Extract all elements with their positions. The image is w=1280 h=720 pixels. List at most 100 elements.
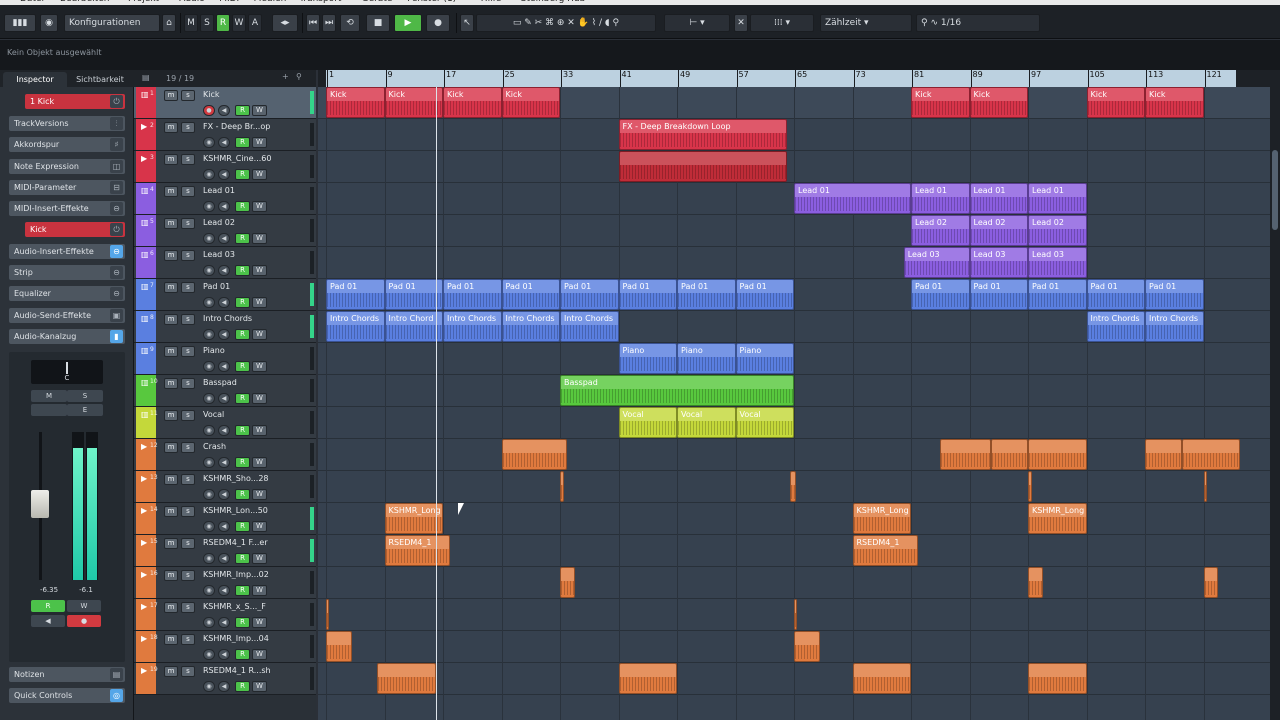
event-clip[interactable] xyxy=(1203,567,1219,598)
track-row[interactable]: ▶ 16 m s KSHMR_Imp...02 ◉ ◀ R W xyxy=(134,567,316,599)
event-clip[interactable]: Lead 03 xyxy=(903,247,970,278)
track-solo-button[interactable]: s xyxy=(181,90,195,101)
track-mute-button[interactable]: m xyxy=(164,250,178,261)
monitor-icon[interactable]: ◀ xyxy=(218,329,230,340)
track-color-strip[interactable]: ▶ 13 xyxy=(136,471,158,502)
inspector-track-header[interactable]: 1 Kick ⏻ xyxy=(25,94,125,109)
track-write-button[interactable]: W xyxy=(252,489,267,500)
section-audio-sends[interactable]: Audio-Send-Effekte ▣ xyxy=(9,308,125,323)
track-name[interactable]: Vocal xyxy=(203,410,311,419)
track-name[interactable]: KSHMR_Lon...50 xyxy=(203,506,311,515)
event-clip[interactable] xyxy=(618,663,677,694)
track-mute-button[interactable]: m xyxy=(164,90,178,101)
track-row[interactable]: ▶ 13 m s KSHMR_Sho...28 ◉ ◀ R W xyxy=(134,471,316,503)
event-clip[interactable]: Kick xyxy=(443,87,502,118)
section-midi-parameters[interactable]: MIDI-Parameter ⊟ xyxy=(9,180,125,195)
track-name[interactable]: KSHMR_Sho...28 xyxy=(203,474,311,483)
record-enable-icon[interactable]: ◉ xyxy=(203,617,215,628)
track-solo-button[interactable]: s xyxy=(181,154,195,165)
track-write-button[interactable]: W xyxy=(252,457,267,468)
track-read-button[interactable]: R xyxy=(235,425,250,436)
track-name[interactable]: Lead 02 xyxy=(203,218,311,227)
section-notes[interactable]: Notizen ▤ xyxy=(9,667,125,682)
event-clip[interactable]: Pad 01 xyxy=(501,279,560,310)
track-read-button[interactable]: R xyxy=(235,617,250,628)
snap-dropdown[interactable]: ⊢ ▾ xyxy=(664,14,730,32)
event-clip[interactable] xyxy=(326,631,352,662)
event-clip[interactable] xyxy=(940,439,992,470)
monitor-button[interactable]: ◀ xyxy=(31,615,65,627)
event-clip[interactable] xyxy=(618,151,787,182)
track-row[interactable]: ▥ 8 m s Intro Chords ◉ ◀ R W xyxy=(134,311,316,343)
track-row[interactable]: ▥ 4 m s Lead 01 ◉ ◀ R W xyxy=(134,183,316,215)
power-icon[interactable]: ⏻ xyxy=(110,95,123,108)
track-name[interactable]: RSEDM4_1 F...er xyxy=(203,538,311,547)
section-chord-track[interactable]: Akkordspur ♯ xyxy=(9,137,125,152)
event-clip[interactable]: Piano xyxy=(618,343,677,374)
event-clip[interactable]: Pad 01 xyxy=(1086,279,1145,310)
menu-item[interactable]: Geräte xyxy=(362,0,393,4)
home-icon[interactable]: ⌂ xyxy=(162,14,176,32)
record-enable-icon[interactable]: ◉ xyxy=(203,297,215,308)
menu-item[interactable]: Bearbeiten xyxy=(60,0,109,4)
track-solo-button[interactable]: s xyxy=(181,634,195,645)
record-enable-icon[interactable]: ◉ xyxy=(203,681,215,692)
track-name[interactable]: Intro Chords xyxy=(203,314,311,323)
event-clip[interactable]: Vocal xyxy=(735,407,794,438)
inspector-instrument[interactable]: Kick ⏻ xyxy=(25,222,125,237)
track-name[interactable]: KSHMR_Imp...04 xyxy=(203,634,311,643)
vertical-scrollbar[interactable] xyxy=(1270,70,1280,720)
track-solo-button[interactable]: s xyxy=(181,250,195,261)
track-color-strip[interactable]: ▶ 19 xyxy=(136,663,158,694)
track-row[interactable]: ▥ 5 m s Lead 02 ◉ ◀ R W xyxy=(134,215,316,247)
track-row[interactable]: ▥ 7 m s Pad 01 ◉ ◀ R W xyxy=(134,279,316,311)
event-clip[interactable]: Pad 01 xyxy=(969,279,1028,310)
edit-tools[interactable]: ▭ ✎ ✂ ⌘ ⊕ ✕ ✋ ⌇ ∕ ◖ ⚲ xyxy=(476,14,656,32)
event-clip[interactable]: Kick xyxy=(384,87,443,118)
track-mute-button[interactable]: m xyxy=(164,634,178,645)
track-solo-button[interactable]: s xyxy=(181,282,195,293)
track-name[interactable]: KSHMR_x_S..._F xyxy=(203,602,311,611)
event-clip[interactable]: Intro Chords xyxy=(443,311,502,342)
track-mute-button[interactable]: m xyxy=(164,282,178,293)
event-clip[interactable]: Pad 01 xyxy=(560,279,619,310)
record-enable-icon[interactable]: ◉ xyxy=(203,521,215,532)
section-channel-strip[interactable]: Audio-Kanalzug ▮ xyxy=(9,329,125,344)
track-name[interactable]: Lead 01 xyxy=(203,186,311,195)
menu-item[interactable]: Transport xyxy=(299,0,341,4)
event-clip[interactable] xyxy=(377,663,436,694)
track-read-button[interactable]: R xyxy=(235,585,250,596)
track-solo-button[interactable]: s xyxy=(181,442,195,453)
event-clip[interactable]: Kick xyxy=(969,87,1028,118)
track-mute-button[interactable]: m xyxy=(164,474,178,485)
track-solo-button[interactable]: s xyxy=(181,506,195,517)
event-clip[interactable]: Lead 02 xyxy=(911,215,970,246)
event-clip[interactable] xyxy=(326,599,329,630)
pan-knob[interactable]: C xyxy=(31,360,103,384)
event-clip[interactable]: Intro Chords xyxy=(1145,311,1204,342)
monitor-icon[interactable]: ◀ xyxy=(218,169,230,180)
section-quick-controls[interactable]: Quick Controls ◎ xyxy=(9,688,125,703)
go-to-start-icon[interactable]: ⏮ xyxy=(306,14,320,32)
track-solo-button[interactable]: s xyxy=(181,314,195,325)
track-read-button[interactable]: R xyxy=(235,169,250,180)
track-row[interactable]: ▶ 2 m s FX - Deep Br...op ◉ ◀ R W xyxy=(134,119,316,151)
monitor-icon[interactable]: ◀ xyxy=(218,489,230,500)
menu-item[interactable]: Medien xyxy=(254,0,287,4)
read-all-button[interactable]: R xyxy=(216,14,230,32)
event-clip[interactable]: Basspad xyxy=(560,375,794,406)
track-color-strip[interactable]: ▶ 17 xyxy=(136,599,158,630)
event-clip[interactable]: Lead 02 xyxy=(969,215,1028,246)
track-name[interactable]: Kick xyxy=(203,90,311,99)
track-write-button[interactable]: W xyxy=(252,265,267,276)
menu-item[interactable]: MIDI xyxy=(219,0,239,4)
record-icon[interactable]: ● xyxy=(426,14,450,32)
track-read-button[interactable]: R xyxy=(235,137,250,148)
track-solo-button[interactable]: s xyxy=(181,410,195,421)
track-row[interactable]: ▶ 15 m s RSEDM4_1 F...er ◉ ◀ R W xyxy=(134,535,316,567)
track-row[interactable]: ▶ 3 m s KSHMR_Cine...60 ◉ ◀ R W xyxy=(134,151,316,183)
track-row[interactable]: ▶ 18 m s KSHMR_Imp...04 ◉ ◀ R W xyxy=(134,631,316,663)
automation-button[interactable]: A xyxy=(248,14,262,32)
monitor-icon[interactable]: ◀ xyxy=(218,425,230,436)
event-clip[interactable]: Kick xyxy=(1145,87,1204,118)
